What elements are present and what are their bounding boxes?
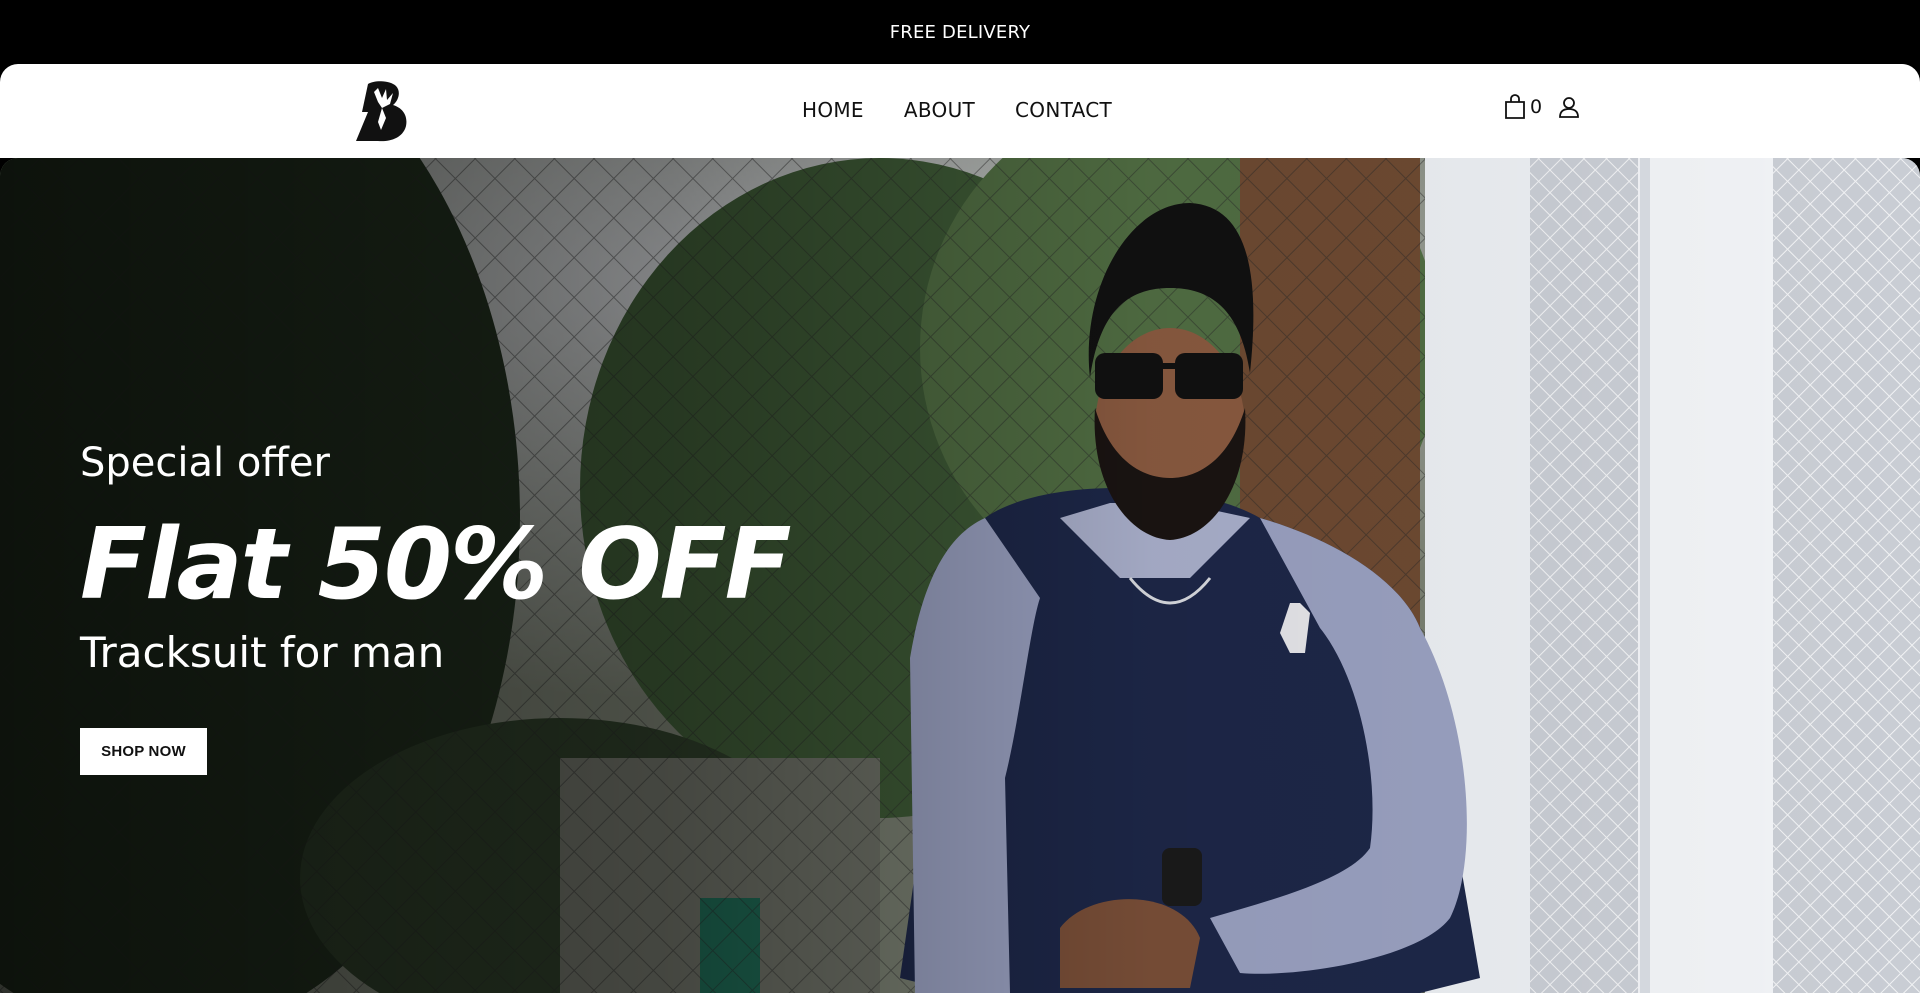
hero-headline: Flat 50% OFF bbox=[80, 508, 792, 622]
cart-count: 0 bbox=[1530, 96, 1543, 118]
header-actions: 0 bbox=[1503, 94, 1580, 120]
user-icon bbox=[1559, 97, 1579, 118]
cart-button[interactable]: 0 bbox=[1503, 94, 1542, 120]
main-nav: HOME ABOUT CONTACT bbox=[802, 98, 1112, 122]
nav-home-link[interactable]: HOME bbox=[802, 98, 864, 122]
hero-subline: Tracksuit for man bbox=[80, 628, 445, 677]
stag-b-logo-icon bbox=[356, 81, 407, 142]
announcement-text: FREE DELIVERY bbox=[889, 21, 1031, 43]
nav-contact-link[interactable]: CONTACT bbox=[1015, 98, 1112, 122]
account-button[interactable] bbox=[1558, 96, 1580, 118]
hero-banner: Special offer Flat 50% OFF Tracksuit for… bbox=[0, 158, 1920, 993]
shopping-bag-icon bbox=[1505, 94, 1525, 119]
nav-about-link[interactable]: ABOUT bbox=[904, 98, 975, 122]
announcement-bar: FREE DELIVERY bbox=[0, 0, 1920, 64]
brand-logo-link[interactable] bbox=[352, 78, 412, 144]
hero-eyebrow: Special offer bbox=[80, 440, 330, 486]
site-header: HOME ABOUT CONTACT 0 bbox=[0, 64, 1920, 158]
shop-now-button[interactable]: SHOP NOW bbox=[80, 728, 207, 775]
